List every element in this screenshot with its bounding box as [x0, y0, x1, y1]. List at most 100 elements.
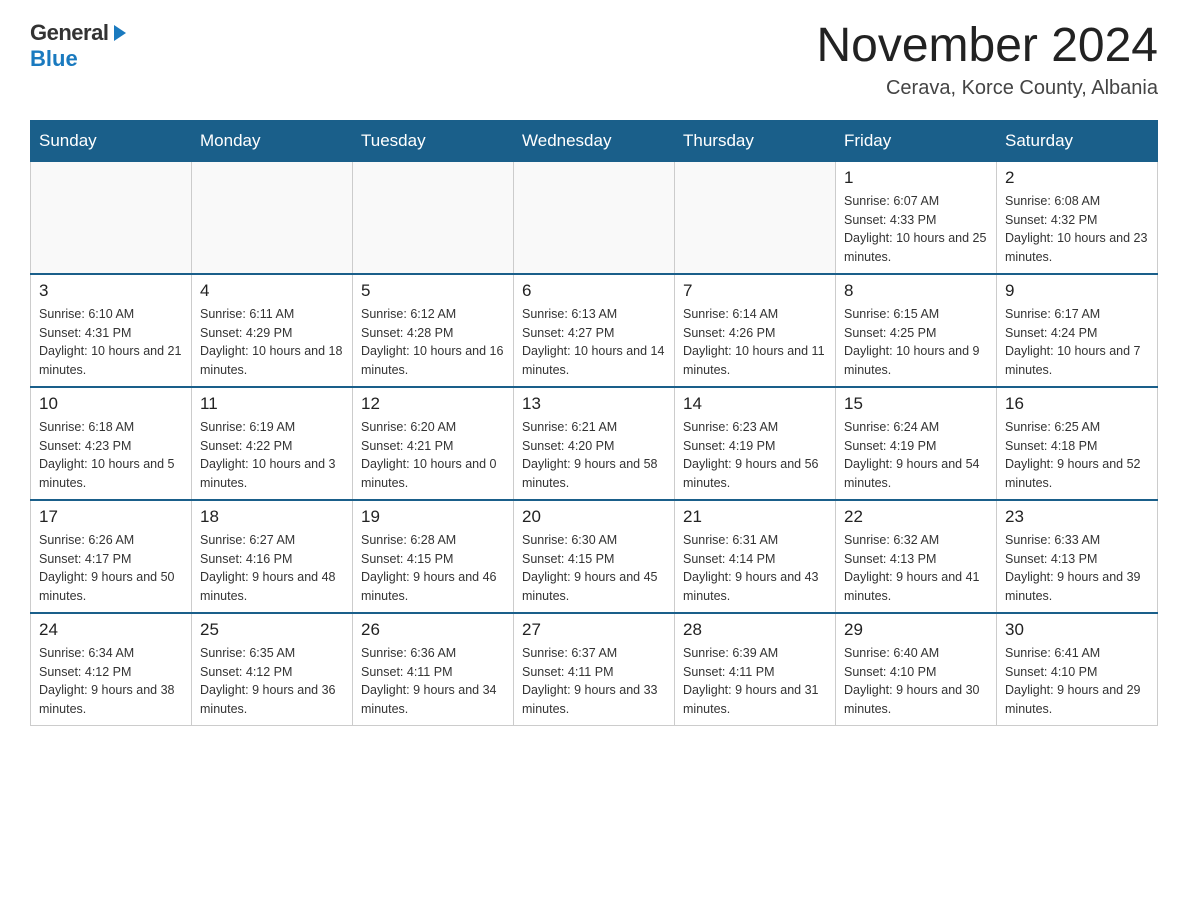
day-number: 5	[361, 281, 505, 301]
day-number: 30	[1005, 620, 1149, 640]
table-row: 18Sunrise: 6:27 AMSunset: 4:16 PMDayligh…	[192, 500, 353, 613]
day-info: Sunrise: 6:25 AMSunset: 4:18 PMDaylight:…	[1005, 418, 1149, 493]
day-info: Sunrise: 6:12 AMSunset: 4:28 PMDaylight:…	[361, 305, 505, 380]
day-number: 26	[361, 620, 505, 640]
table-row	[514, 161, 675, 274]
col-wednesday: Wednesday	[514, 120, 675, 161]
table-row: 19 Sunrise: 6:28 AMSunset: 4:15 PMDayligh…	[353, 500, 514, 613]
table-row: 11 Sunrise: 6:19 AMSunset: 4:22 PMDayligh…	[192, 387, 353, 500]
table-row: 27 Sunrise: 6:37 AMSunset: 4:11 PMDayligh…	[514, 613, 675, 726]
day-info: Sunrise: 6:31 AMSunset: 4:14 PMDaylight:…	[683, 531, 827, 606]
day-number: 3	[39, 281, 183, 301]
day-number: 10	[39, 394, 183, 414]
day-info: Sunrise: 6:26 AMSunset: 4:17 PMDaylight:…	[39, 531, 183, 606]
day-info: Sunrise: 6:08 AMSunset: 4:32 PMDaylight:…	[1005, 192, 1149, 267]
day-number: 22	[844, 507, 988, 527]
day-info: Sunrise: 6:19 AMSunset: 4:22 PMDaylight:…	[200, 418, 344, 493]
table-row: 20 Sunrise: 6:30 AMSunset: 4:15 PMDayligh…	[514, 500, 675, 613]
day-info: Sunrise: 6:10 AMSunset: 4:31 PMDaylight:…	[39, 305, 183, 380]
day-info: Sunrise: 6:20 AMSunset: 4:21 PMDaylight:…	[361, 418, 505, 493]
day-info: Sunrise: 6:11 AMSunset: 4:29 PMDaylight:…	[200, 305, 344, 380]
day-number: 20	[522, 507, 666, 527]
day-info: Sunrise: 6:41 AMSunset: 4:10 PMDaylight:…	[1005, 644, 1149, 719]
table-row: 16 Sunrise: 6:25 AMSunset: 4:18 PMDayligh…	[997, 387, 1158, 500]
day-number: 24	[39, 620, 183, 640]
col-sunday: Sunday	[31, 120, 192, 161]
col-tuesday: Tuesday	[353, 120, 514, 161]
table-row: 5 Sunrise: 6:12 AMSunset: 4:28 PMDaylight…	[353, 274, 514, 387]
calendar-week-row: 3 Sunrise: 6:10 AMSunset: 4:31 PMDaylight…	[31, 274, 1158, 387]
day-number: 11	[200, 394, 344, 414]
table-row: 12 Sunrise: 6:20 AMSunset: 4:21 PMDayligh…	[353, 387, 514, 500]
calendar-week-row: 1Sunrise: 6:07 AMSunset: 4:33 PMDaylight…	[31, 161, 1158, 274]
day-info: Sunrise: 6:30 AMSunset: 4:15 PMDaylight:…	[522, 531, 666, 606]
day-number: 21	[683, 507, 827, 527]
day-info: Sunrise: 6:28 AMSunset: 4:15 PMDaylight:…	[361, 531, 505, 606]
calendar-header-row: Sunday Monday Tuesday Wednesday Thursday…	[31, 120, 1158, 161]
title-block: November 2024 Cerava, Korce County, Alba…	[816, 20, 1158, 100]
day-info: Sunrise: 6:14 AMSunset: 4:26 PMDaylight:…	[683, 305, 827, 380]
logo-blue-text: Blue	[30, 46, 78, 72]
table-row: 26 Sunrise: 6:36 AMSunset: 4:11 PMDayligh…	[353, 613, 514, 726]
logo: General Blue	[30, 20, 130, 72]
table-row: 17 Sunrise: 6:26 AMSunset: 4:17 PMDayligh…	[31, 500, 192, 613]
table-row: 2 Sunrise: 6:08 AMSunset: 4:32 PMDaylight…	[997, 161, 1158, 274]
day-number: 28	[683, 620, 827, 640]
day-number: 16	[1005, 394, 1149, 414]
month-year-title: November 2024	[816, 20, 1158, 73]
day-info: Sunrise: 6:36 AMSunset: 4:11 PMDaylight:…	[361, 644, 505, 719]
table-row: 29 Sunrise: 6:40 AMSunset: 4:10 PMDayligh…	[836, 613, 997, 726]
day-info: Sunrise: 6:24 AMSunset: 4:19 PMDaylight:…	[844, 418, 988, 493]
table-row: 10 Sunrise: 6:18 AMSunset: 4:23 PMDayligh…	[31, 387, 192, 500]
logo-general-text: General	[30, 20, 108, 46]
day-number: 27	[522, 620, 666, 640]
calendar-week-row: 24 Sunrise: 6:34 AMSunset: 4:12 PMDayligh…	[31, 613, 1158, 726]
day-number: 4	[200, 281, 344, 301]
day-info: Sunrise: 6:37 AMSunset: 4:11 PMDaylight:…	[522, 644, 666, 719]
day-info: Sunrise: 6:13 AMSunset: 4:27 PMDaylight:…	[522, 305, 666, 380]
location-subtitle: Cerava, Korce County, Albania	[816, 77, 1158, 100]
calendar-week-row: 17 Sunrise: 6:26 AMSunset: 4:17 PMDayligh…	[31, 500, 1158, 613]
logo-arrow-icon	[108, 22, 130, 44]
table-row: 13Sunrise: 6:21 AMSunset: 4:20 PMDayligh…	[514, 387, 675, 500]
day-info: Sunrise: 6:15 AMSunset: 4:25 PMDaylight:…	[844, 305, 988, 380]
table-row: 24 Sunrise: 6:34 AMSunset: 4:12 PMDayligh…	[31, 613, 192, 726]
table-row: 9 Sunrise: 6:17 AMSunset: 4:24 PMDaylight…	[997, 274, 1158, 387]
day-info: Sunrise: 6:32 AMSunset: 4:13 PMDaylight:…	[844, 531, 988, 606]
day-number: 29	[844, 620, 988, 640]
day-info: Sunrise: 6:35 AMSunset: 4:12 PMDaylight:…	[200, 644, 344, 719]
day-info: Sunrise: 6:07 AMSunset: 4:33 PMDaylight:…	[844, 192, 988, 267]
table-row: 25 Sunrise: 6:35 AMSunset: 4:12 PMDayligh…	[192, 613, 353, 726]
col-monday: Monday	[192, 120, 353, 161]
calendar-week-row: 10 Sunrise: 6:18 AMSunset: 4:23 PMDayligh…	[31, 387, 1158, 500]
day-number: 18	[200, 507, 344, 527]
col-friday: Friday	[836, 120, 997, 161]
day-number: 17	[39, 507, 183, 527]
day-info: Sunrise: 6:34 AMSunset: 4:12 PMDaylight:…	[39, 644, 183, 719]
table-row: 30 Sunrise: 6:41 AMSunset: 4:10 PMDayligh…	[997, 613, 1158, 726]
day-info: Sunrise: 6:40 AMSunset: 4:10 PMDaylight:…	[844, 644, 988, 719]
page-header: General Blue November 2024 Cerava, Korce…	[30, 20, 1158, 100]
day-number: 2	[1005, 168, 1149, 188]
table-row: 23Sunrise: 6:33 AMSunset: 4:13 PMDayligh…	[997, 500, 1158, 613]
day-number: 23	[1005, 507, 1149, 527]
day-info: Sunrise: 6:39 AMSunset: 4:11 PMDaylight:…	[683, 644, 827, 719]
table-row: 7Sunrise: 6:14 AMSunset: 4:26 PMDaylight…	[675, 274, 836, 387]
table-row: 28 Sunrise: 6:39 AMSunset: 4:11 PMDayligh…	[675, 613, 836, 726]
table-row: 21 Sunrise: 6:31 AMSunset: 4:14 PMDayligh…	[675, 500, 836, 613]
table-row: 1Sunrise: 6:07 AMSunset: 4:33 PMDaylight…	[836, 161, 997, 274]
table-row: 15Sunrise: 6:24 AMSunset: 4:19 PMDayligh…	[836, 387, 997, 500]
table-row	[192, 161, 353, 274]
day-info: Sunrise: 6:17 AMSunset: 4:24 PMDaylight:…	[1005, 305, 1149, 380]
table-row: 8 Sunrise: 6:15 AMSunset: 4:25 PMDaylight…	[836, 274, 997, 387]
day-number: 19	[361, 507, 505, 527]
day-number: 25	[200, 620, 344, 640]
table-row	[675, 161, 836, 274]
day-number: 8	[844, 281, 988, 301]
col-saturday: Saturday	[997, 120, 1158, 161]
table-row: 14Sunrise: 6:23 AMSunset: 4:19 PMDayligh…	[675, 387, 836, 500]
col-thursday: Thursday	[675, 120, 836, 161]
day-number: 12	[361, 394, 505, 414]
day-number: 9	[1005, 281, 1149, 301]
day-info: Sunrise: 6:18 AMSunset: 4:23 PMDaylight:…	[39, 418, 183, 493]
